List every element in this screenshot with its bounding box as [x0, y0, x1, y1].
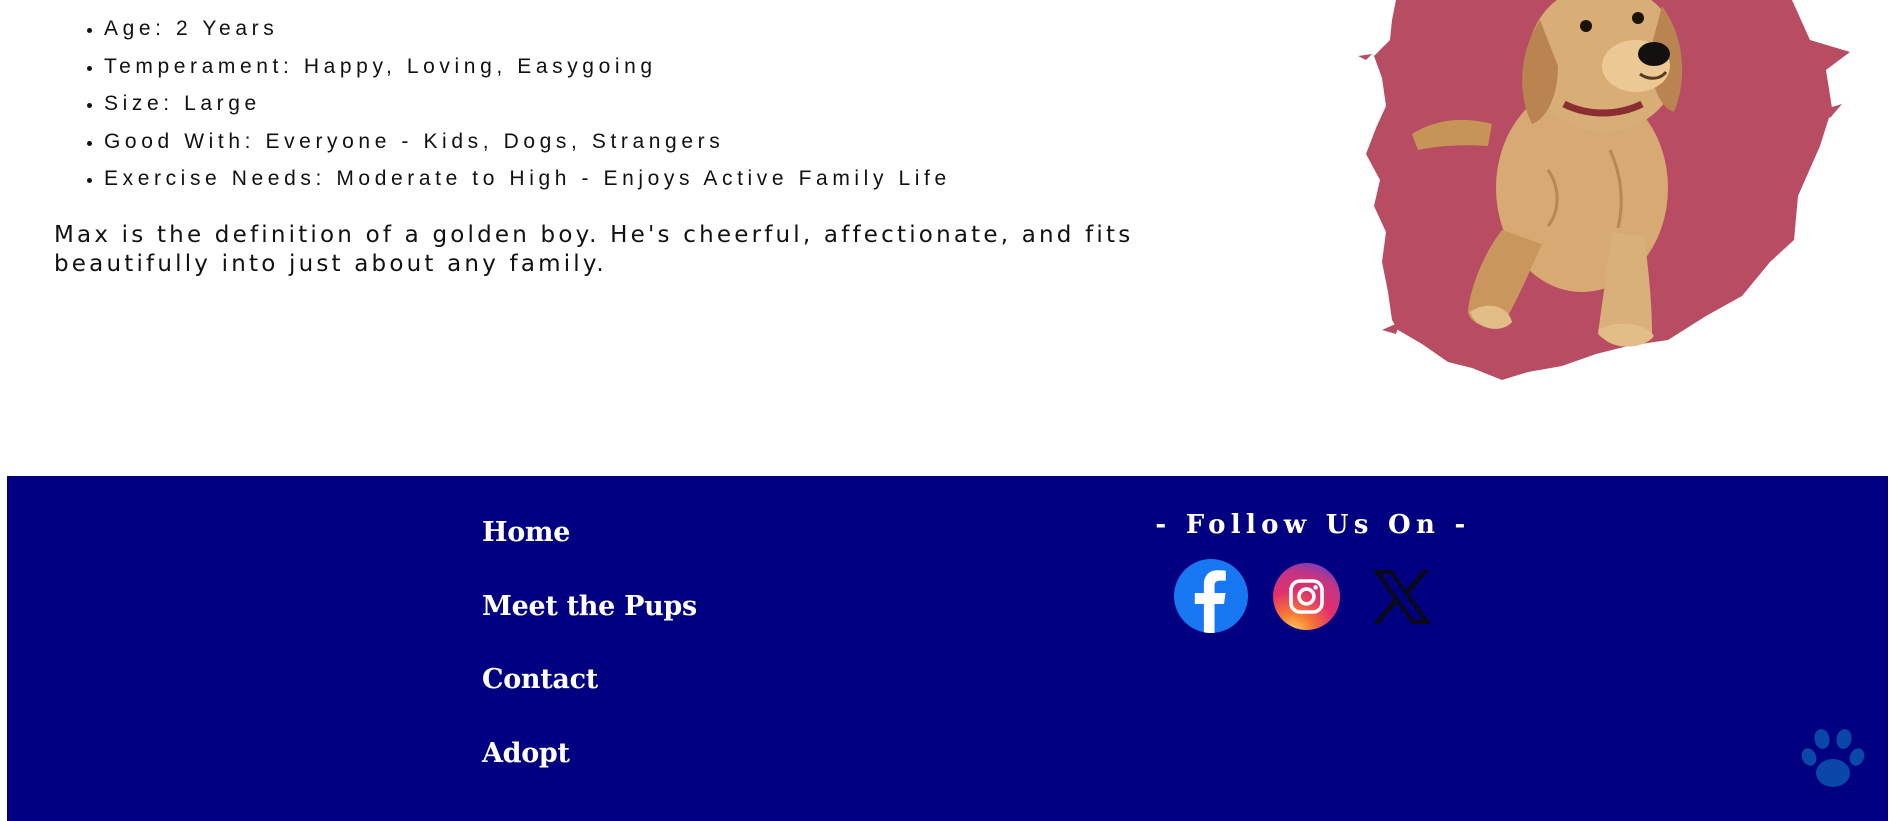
- puppy-photo-icon: [1358, 0, 1850, 380]
- instagram-icon[interactable]: [1273, 563, 1340, 630]
- trait-age: Age: 2 Years: [104, 10, 951, 48]
- trait-exercise-needs: Exercise Needs: Moderate to High - Enjoy…: [104, 160, 951, 198]
- x-icon[interactable]: [1370, 566, 1432, 628]
- site-footer: Home Meet the Pups Contact Adopt - Follo…: [7, 476, 1888, 821]
- trait-size: Size: Large: [104, 85, 951, 123]
- facebook-icon[interactable]: [1174, 559, 1248, 634]
- footer-link-adopt[interactable]: Adopt: [482, 738, 570, 769]
- pup-summary: Max is the definition of a golden boy. H…: [54, 222, 1134, 277]
- pup-photo: [1352, 0, 1852, 384]
- footer-link-contact[interactable]: Contact: [482, 664, 598, 695]
- footer-nav: Home Meet the Pups Contact Adopt: [482, 476, 842, 821]
- trait-good-with: Good With: Everyone - Kids, Dogs, Strang…: [104, 123, 951, 161]
- pup-traits-list: Age: 2 Years Temperament: Happy, Loving,…: [54, 10, 951, 198]
- footer-link-meet-the-pups[interactable]: Meet the Pups: [482, 591, 697, 622]
- follow-us-heading: - Follow Us On -: [1155, 510, 1471, 540]
- footer-link-home[interactable]: Home: [482, 517, 570, 548]
- trait-temperament: Temperament: Happy, Loving, Easygoing: [104, 48, 951, 86]
- pup-profile: Age: 2 Years Temperament: Happy, Loving,…: [0, 0, 1891, 476]
- paw-icon: [1801, 727, 1865, 789]
